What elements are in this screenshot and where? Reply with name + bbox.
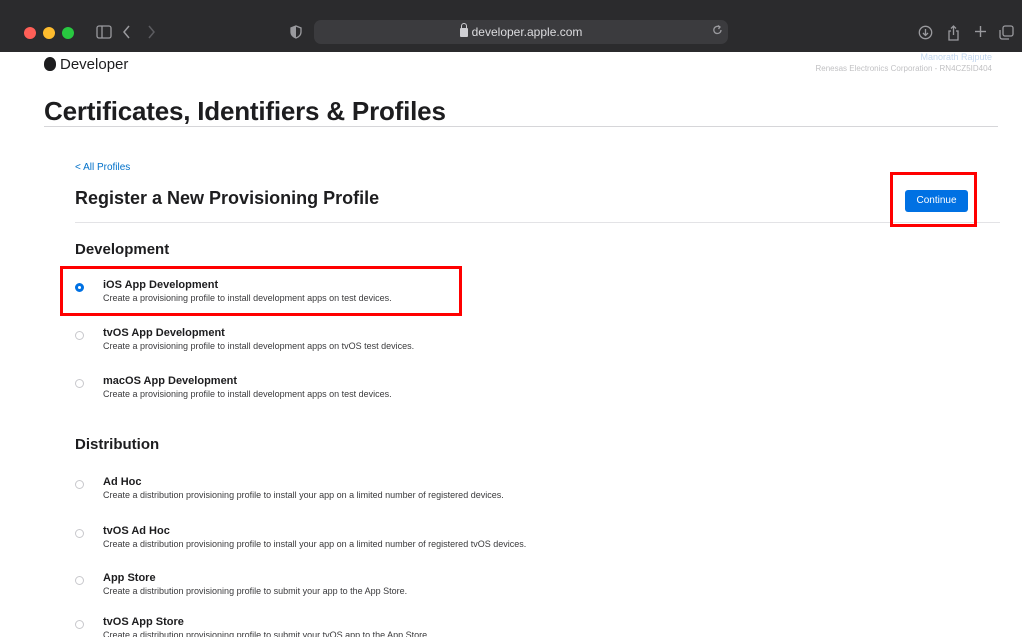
sidebar-icon[interactable] — [96, 25, 112, 39]
apple-logo-icon — [44, 57, 56, 71]
option-app-store[interactable]: App Store Create a distribution provisio… — [75, 572, 775, 606]
option-description: Create a distribution provisioning profi… — [103, 539, 527, 549]
radio-button[interactable] — [75, 620, 84, 629]
all-profiles-link[interactable]: < All Profiles — [75, 162, 130, 173]
option-tvos-app-store[interactable]: tvOS App Store Create a distribution pro… — [75, 616, 775, 637]
zoom-window-button[interactable] — [62, 27, 74, 39]
option-description: Create a provisioning profile to install… — [103, 341, 415, 351]
new-tab-icon[interactable] — [974, 25, 987, 38]
tab-overview-icon[interactable] — [999, 25, 1014, 40]
option-description: Create a distribution provisioning profi… — [103, 586, 408, 596]
option-macos-app-development[interactable]: macOS App Development Create a provision… — [75, 375, 775, 409]
lock-icon — [459, 23, 468, 37]
address-bar[interactable]: developer.apple.com — [314, 20, 728, 44]
reload-icon[interactable] — [712, 24, 723, 36]
close-window-button[interactable] — [24, 27, 36, 39]
ios-option-highlight-box — [60, 266, 462, 316]
option-title: tvOS App Store — [103, 616, 184, 628]
forward-icon[interactable] — [147, 25, 156, 39]
radio-button[interactable] — [75, 576, 84, 585]
browser-toolbar: developer.apple.com — [0, 0, 1022, 52]
radio-button[interactable] — [75, 480, 84, 489]
minimize-window-button[interactable] — [43, 27, 55, 39]
privacy-shield-icon[interactable] — [290, 25, 302, 39]
share-icon[interactable] — [947, 25, 960, 41]
option-title: tvOS Ad Hoc — [103, 525, 170, 537]
option-description: Create a provisioning profile to install… — [103, 389, 392, 399]
option-title: App Store — [103, 572, 156, 584]
developer-header: Developer Manorath Rajpute Renesas Elect… — [0, 52, 1022, 78]
title-divider — [44, 126, 998, 127]
option-tvos-app-development[interactable]: tvOS App Development Create a provisioni… — [75, 327, 775, 361]
distribution-section-title: Distribution — [75, 436, 160, 453]
heading-divider — [75, 222, 1000, 223]
option-description: Create a distribution provisioning profi… — [103, 490, 504, 500]
option-title: tvOS App Development — [103, 327, 225, 339]
radio-button[interactable] — [75, 331, 84, 340]
radio-button[interactable] — [75, 379, 84, 388]
page-title: Certificates, Identifiers & Profiles — [44, 96, 446, 126]
developer-logo[interactable]: Developer — [44, 55, 128, 73]
option-tvos-ad-hoc[interactable]: tvOS Ad Hoc Create a distribution provis… — [75, 525, 775, 559]
option-title: macOS App Development — [103, 375, 238, 387]
address-text: developer.apple.com — [314, 23, 728, 39]
account-team-name[interactable]: Manorath Rajpute — [920, 52, 992, 62]
downloads-icon[interactable] — [918, 25, 933, 40]
radio-button[interactable] — [75, 529, 84, 538]
back-icon[interactable] — [122, 25, 131, 39]
option-ad-hoc[interactable]: Ad Hoc Create a distribution provisionin… — [75, 476, 775, 510]
development-section-title: Development — [75, 241, 170, 258]
option-description: Create a distribution provisioning profi… — [103, 630, 430, 637]
account-organization: Renesas Electronics Corporation - RN4CZ5… — [815, 64, 992, 73]
option-title: Ad Hoc — [103, 476, 142, 488]
section-heading: Register a New Provisioning Profile — [75, 188, 380, 208]
continue-highlight-box — [890, 172, 977, 227]
